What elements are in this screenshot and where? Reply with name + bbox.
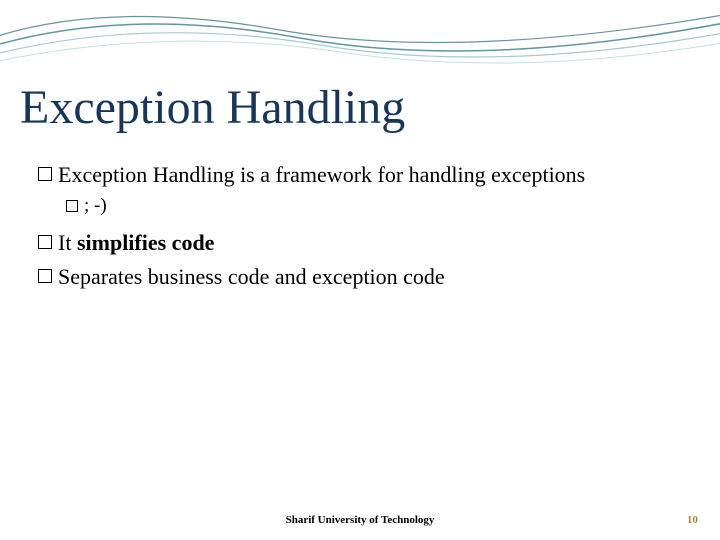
bullet-text: Exception Handling is a framework for ha… (58, 160, 680, 190)
bullet-text-bold: simplifies code (77, 230, 215, 255)
square-bullet-icon (66, 200, 78, 212)
page-number: 10 (687, 514, 698, 526)
wave-decoration (0, 0, 720, 80)
square-bullet-icon (38, 269, 52, 283)
content-area: Exception Handling is a framework for ha… (38, 160, 680, 296)
bullet-text: Separates business code and exception co… (58, 262, 680, 292)
square-bullet-icon (38, 167, 52, 181)
slide: Exception Handling Exception Handling is… (0, 0, 720, 540)
bullet-subitem-1: ; -) (66, 194, 680, 219)
footer-text: Sharif University of Technology (0, 514, 720, 526)
slide-title: Exception Handling (20, 80, 405, 135)
bullet-text: It simplifies code (58, 228, 680, 258)
bullet-item-1: Exception Handling is a framework for ha… (38, 160, 680, 190)
bullet-text: ; -) (84, 194, 107, 219)
bullet-item-3: Separates business code and exception co… (38, 262, 680, 292)
square-bullet-icon (38, 235, 52, 249)
bullet-item-2: It simplifies code (38, 228, 680, 258)
bullet-text-prefix: It (58, 230, 77, 255)
